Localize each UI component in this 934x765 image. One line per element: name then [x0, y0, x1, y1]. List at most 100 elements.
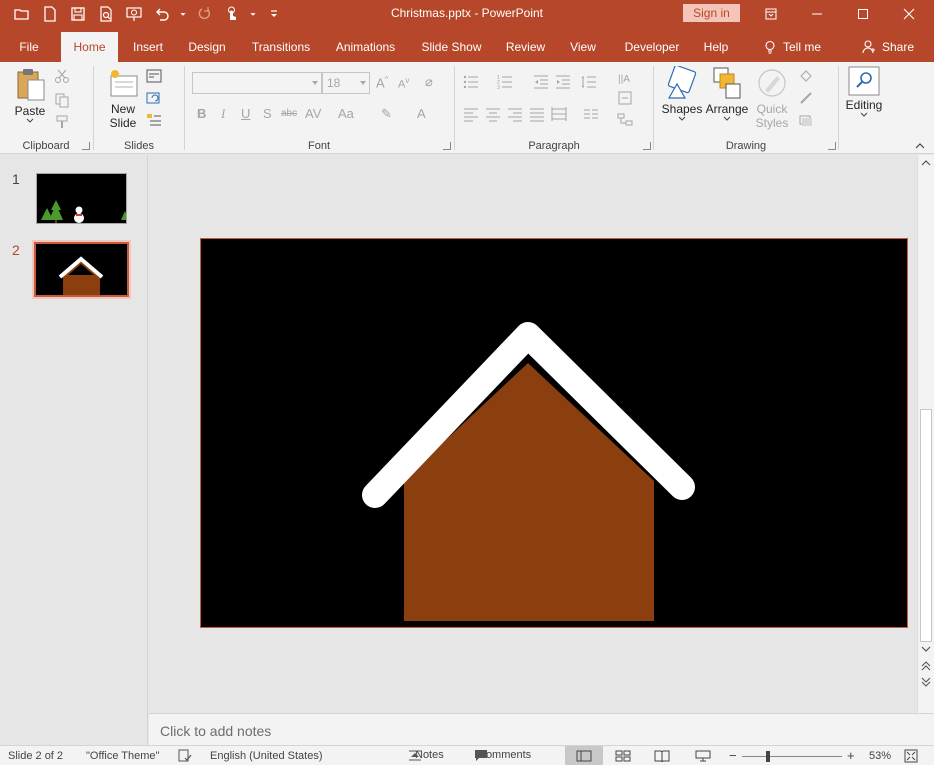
slide-thumbnail-1[interactable] — [36, 173, 127, 224]
zoom-level[interactable]: 53% — [869, 750, 891, 762]
text-shadow-icon[interactable]: S — [263, 106, 272, 121]
next-slide-icon[interactable] — [921, 677, 931, 687]
clear-formatting-icon[interactable]: ⌀ — [425, 74, 433, 90]
tab-review[interactable]: Review — [497, 32, 554, 62]
highlight-icon[interactable]: ✎ — [381, 106, 392, 122]
numbering-icon[interactable]: 123 — [497, 74, 513, 90]
scrollbar-thumb[interactable] — [920, 409, 932, 642]
section-icon[interactable] — [146, 112, 162, 128]
save-icon[interactable] — [64, 0, 92, 28]
ribbon-display-options-icon[interactable] — [748, 0, 794, 28]
paste-button[interactable]: Paste — [12, 68, 48, 124]
scroll-down-icon[interactable] — [921, 644, 931, 654]
zoom-slider-track[interactable] — [742, 756, 842, 757]
slide-show-button[interactable] — [684, 746, 722, 765]
current-slide[interactable] — [200, 238, 908, 628]
font-name-combo[interactable] — [192, 72, 322, 94]
clipboard-launcher-icon[interactable] — [82, 142, 90, 150]
shapes-button[interactable]: Shapes — [660, 66, 704, 122]
fit-to-window-icon[interactable] — [904, 749, 918, 763]
collapse-ribbon-icon[interactable] — [914, 141, 926, 151]
normal-view-button[interactable] — [565, 746, 603, 765]
slide-sorter-button[interactable] — [604, 746, 642, 765]
customize-qat-icon[interactable] — [260, 0, 288, 28]
change-case-icon[interactable]: Aa — [338, 106, 354, 121]
convert-smartart-icon[interactable] — [617, 112, 633, 128]
zoom-out-icon[interactable]: − — [729, 748, 737, 763]
tab-insert[interactable]: Insert — [124, 32, 172, 62]
minimize-icon[interactable] — [794, 0, 840, 28]
arrange-button[interactable]: Arrange — [704, 66, 750, 122]
decrease-indent-icon[interactable] — [533, 74, 549, 90]
tab-view[interactable]: View — [561, 32, 605, 62]
reset-slide-icon[interactable] — [146, 90, 162, 106]
zoom-in-icon[interactable]: + — [847, 748, 855, 763]
tab-animations[interactable]: Animations — [327, 32, 404, 62]
align-left-icon[interactable] — [463, 106, 479, 122]
vertical-scrollbar[interactable] — [917, 155, 934, 713]
tab-transitions[interactable]: Transitions — [244, 32, 318, 62]
line-spacing-icon[interactable] — [581, 74, 597, 90]
cut-icon[interactable] — [54, 68, 70, 84]
tab-help[interactable]: Help — [697, 32, 735, 62]
slide-thumbnail-2[interactable] — [32, 240, 131, 299]
italic-icon[interactable]: I — [221, 106, 225, 122]
copy-icon[interactable] — [54, 92, 70, 108]
print-preview-icon[interactable] — [92, 0, 120, 28]
previous-slide-icon[interactable] — [921, 661, 931, 671]
tab-design[interactable]: Design — [180, 32, 234, 62]
start-from-beginning-icon[interactable] — [120, 0, 148, 28]
bullets-icon[interactable] — [463, 74, 479, 90]
font-color-icon[interactable]: A — [417, 106, 426, 121]
shape-outline-icon[interactable] — [798, 90, 814, 106]
maximize-icon[interactable] — [840, 0, 886, 28]
touch-dropdown-icon[interactable] — [246, 0, 260, 28]
share-button[interactable]: Share — [855, 32, 921, 62]
touch-mode-icon[interactable] — [218, 0, 246, 28]
tab-developer[interactable]: Developer — [613, 32, 691, 62]
justify-icon[interactable] — [529, 106, 545, 122]
font-launcher-icon[interactable] — [443, 142, 451, 150]
shape-effects-icon[interactable] — [798, 112, 814, 128]
distributed-icon[interactable] — [551, 106, 567, 122]
scroll-up-icon[interactable] — [921, 158, 931, 168]
undo-dropdown-icon[interactable] — [176, 0, 190, 28]
zoom-slider-handle[interactable] — [766, 751, 770, 762]
tab-slide-show[interactable]: Slide Show — [414, 32, 489, 62]
tab-home[interactable]: Home — [61, 32, 118, 62]
notes-button[interactable]: Notes — [407, 749, 444, 761]
notes-pane[interactable]: Click to add notes — [149, 713, 934, 745]
reading-view-button[interactable] — [643, 746, 681, 765]
layout-icon[interactable] — [146, 68, 162, 84]
align-center-icon[interactable] — [485, 106, 501, 122]
align-right-icon[interactable] — [507, 106, 523, 122]
editing-button[interactable]: Editing — [843, 66, 885, 118]
text-direction-icon[interactable]: ||A — [617, 68, 633, 84]
close-icon[interactable] — [886, 0, 932, 28]
tell-me-search[interactable]: Tell me — [752, 32, 832, 62]
increase-indent-icon[interactable] — [555, 74, 571, 90]
spelling-check-icon[interactable] — [177, 749, 193, 763]
bold-icon[interactable]: B — [197, 106, 206, 121]
shape-fill-icon[interactable] — [798, 68, 814, 84]
strikethrough-icon[interactable]: abc — [281, 108, 297, 119]
language[interactable]: English (United States) — [210, 750, 323, 762]
new-slide-button[interactable]: New Slide — [102, 68, 144, 130]
open-folder-icon[interactable] — [8, 0, 36, 28]
paragraph-launcher-icon[interactable] — [643, 142, 651, 150]
character-spacing-icon[interactable]: AV — [305, 106, 321, 121]
drawing-launcher-icon[interactable] — [828, 142, 836, 150]
tab-file[interactable]: File — [8, 32, 50, 62]
underline-icon[interactable]: U — [241, 106, 250, 121]
house-body[interactable] — [404, 483, 654, 621]
format-painter-icon[interactable] — [54, 114, 70, 130]
increase-font-icon[interactable]: A^ — [376, 75, 388, 90]
undo-icon[interactable] — [148, 0, 176, 28]
new-file-icon[interactable] — [36, 0, 64, 28]
decrease-font-icon[interactable]: Av — [398, 76, 409, 91]
font-size-combo[interactable]: 18 — [322, 72, 370, 94]
columns-icon[interactable] — [583, 106, 599, 122]
quick-styles-button[interactable]: Quick Styles — [752, 66, 792, 130]
align-text-icon[interactable] — [617, 90, 633, 106]
comments-button[interactable]: Comments — [474, 749, 531, 761]
